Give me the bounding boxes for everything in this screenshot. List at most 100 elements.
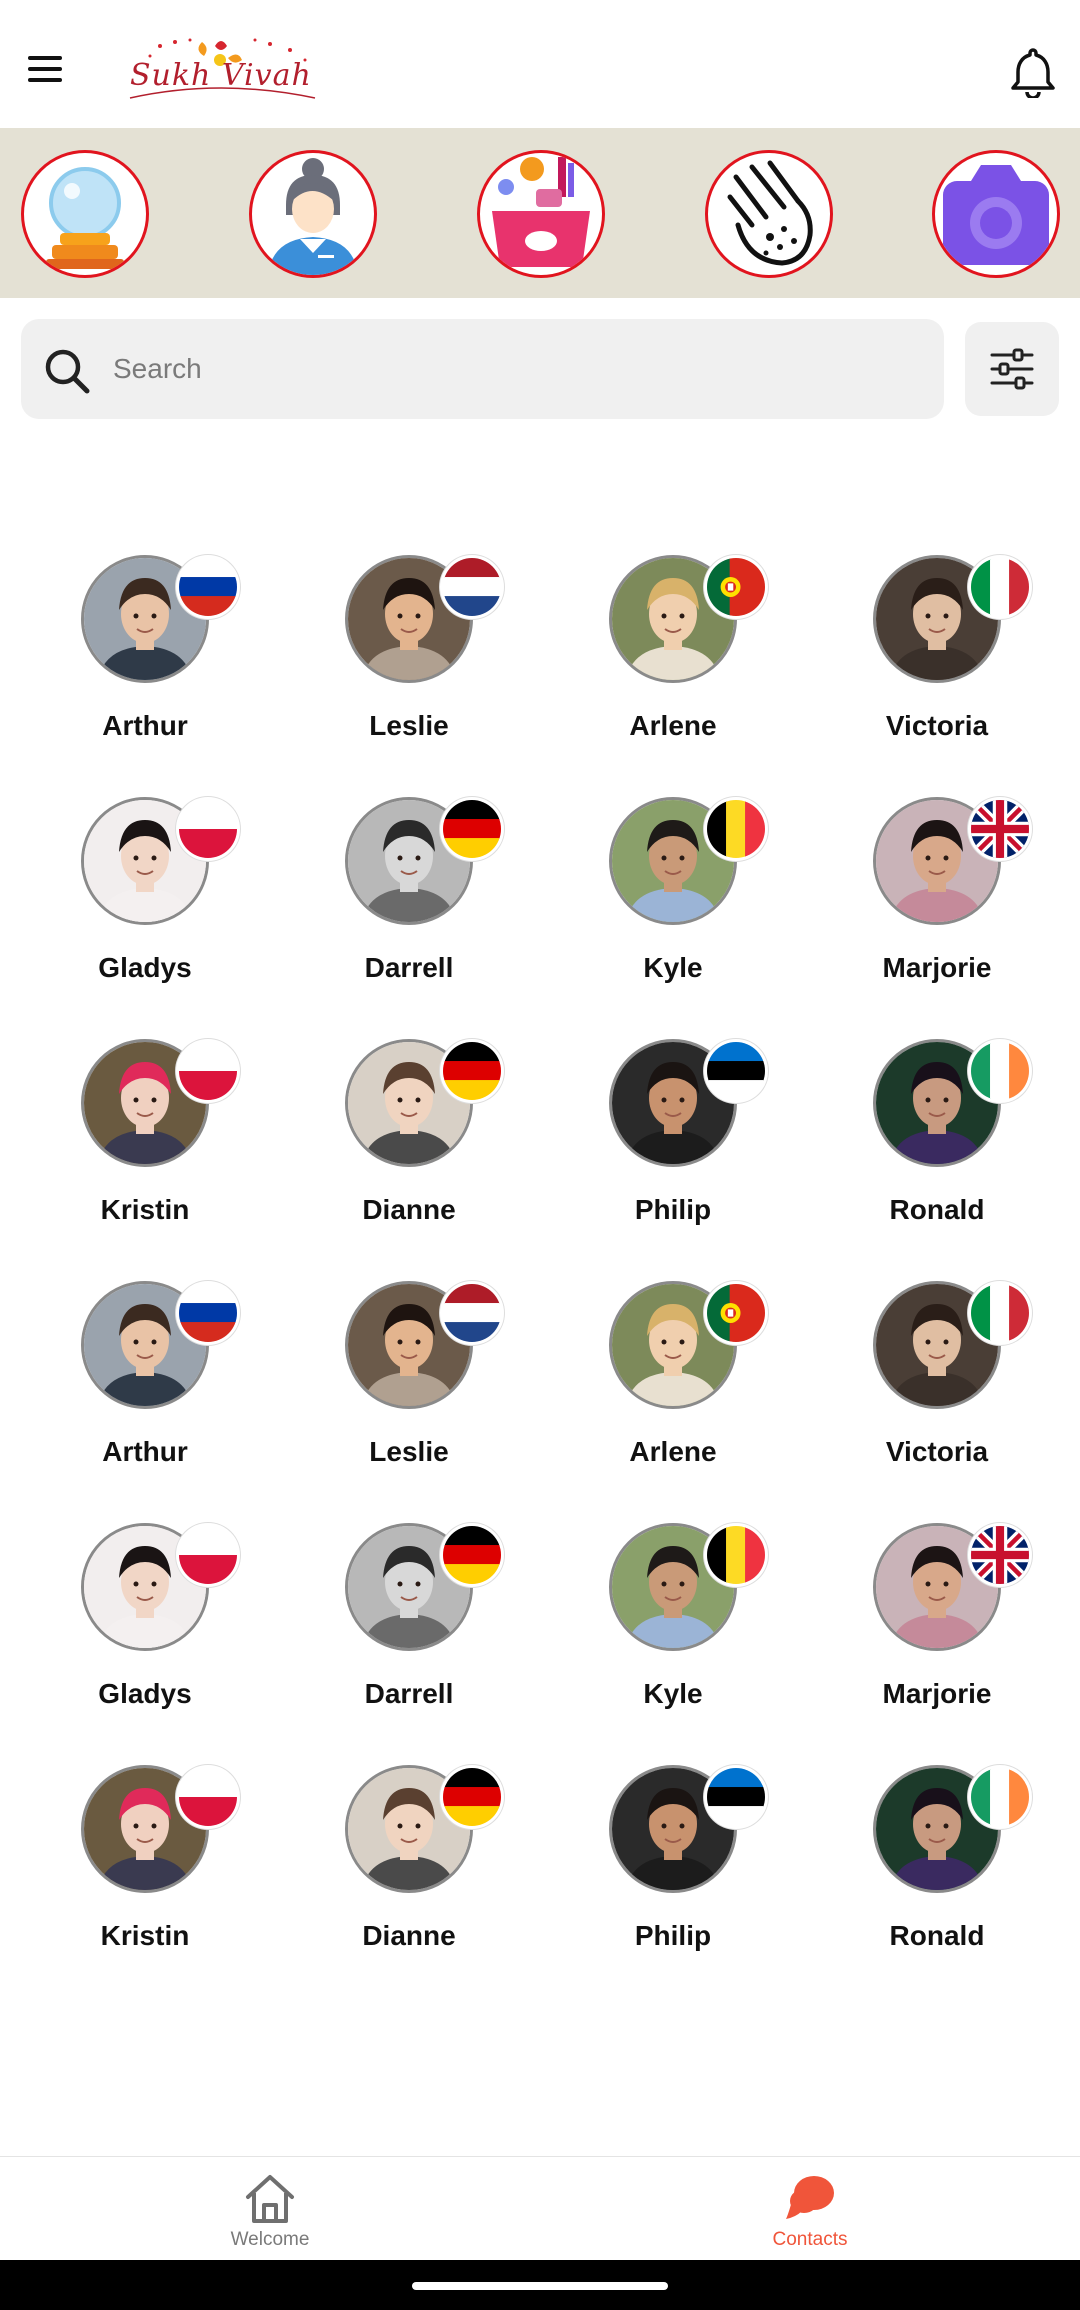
profile-name: Kyle [643,1678,703,1709]
flag-ireland-icon [968,1039,1032,1103]
flag-germany-icon [440,1765,504,1829]
system-navigation-bar [0,2260,1080,2310]
flag-estonia-icon [704,1765,768,1829]
flag-germany-icon [440,1039,504,1103]
app-logo: Sukh Vivah [120,36,325,108]
profile-card[interactable]: Victoria [832,555,1032,755]
nav-contacts[interactable]: Contacts [710,2171,910,2261]
flag-netherlands-icon [440,555,504,619]
profile-card[interactable]: Leslie [304,1281,504,1481]
profile-card[interactable]: Victoria [832,1281,1032,1481]
profile-card[interactable]: Darrell [304,1523,504,1723]
profile-name: Arthur [102,710,188,741]
profile-card[interactable]: Marjorie [832,1523,1032,1723]
flag-united-kingdom-icon [968,1523,1032,1587]
profile-card[interactable]: Kristin [40,1765,240,1965]
profile-name: Arlene [629,710,717,741]
flag-russia-icon [176,1281,240,1345]
flag-portugal-icon [704,555,768,619]
home-indicator[interactable] [412,2282,668,2290]
flag-russia-icon [176,555,240,619]
flag-portugal-icon [704,1281,768,1345]
profile-name: Leslie [369,710,449,741]
profile-name: Victoria [885,1436,989,1467]
profile-card[interactable]: Leslie [304,555,504,755]
flag-poland-icon [176,1765,240,1829]
profile-name: Dianne [362,1920,456,1951]
sliders-icon [990,348,1034,390]
profile-name: Marjorie [882,1678,992,1709]
profile-card[interactable]: Kyle [568,1523,768,1723]
makeup-kit-icon [492,157,590,267]
profile-card[interactable]: Kristin [40,1039,240,1239]
filter-button[interactable] [965,322,1059,416]
profile-card[interactable]: Kyle [568,797,768,997]
profile-name: Ronald [889,1194,985,1225]
flag-italy-icon [968,1281,1032,1345]
story-makeup-kit[interactable] [477,150,605,278]
profile-card[interactable]: Gladys [40,797,240,997]
flag-netherlands-icon [440,1281,504,1345]
flag-germany-icon [440,1523,504,1587]
bottom-navigation: Welcome Contacts [0,2156,1080,2260]
nav-welcome-label: Welcome [230,2229,310,2250]
bell-icon[interactable] [1010,46,1056,100]
profile-card[interactable]: Philip [568,1765,768,1965]
profile-name: Kyle [643,952,703,983]
profile-card[interactable]: Marjorie [832,797,1032,997]
profile-card[interactable]: Philip [568,1039,768,1239]
logo-text: Sukh Vivah [130,58,312,93]
profile-card[interactable]: Ronald [832,1765,1032,1965]
story-woman-avatar[interactable] [249,150,377,278]
flag-belgium-icon [704,797,768,861]
profile-name: Ronald [889,1920,985,1951]
profile-name: Leslie [369,1436,449,1467]
profile-card[interactable]: Ronald [832,1039,1032,1239]
story-palm-reading[interactable] [705,150,833,278]
nav-welcome[interactable]: Welcome [170,2171,370,2261]
profile-card[interactable]: Arthur [40,555,240,755]
story-camera[interactable] [932,150,1060,278]
flag-italy-icon [968,555,1032,619]
profile-card[interactable]: Dianne [304,1039,504,1239]
woman-avatar-icon [268,158,358,275]
story-crystal-ball[interactable] [21,150,149,278]
profile-name: Kristin [100,1920,190,1951]
profile-card[interactable]: Arlene [568,555,768,755]
search-bar [21,319,944,419]
stories-strip [0,128,1080,298]
flag-ireland-icon [968,1765,1032,1829]
flag-germany-icon [440,797,504,861]
flag-poland-icon [176,797,240,861]
flag-belgium-icon [704,1523,768,1587]
crystal-ball-icon [46,167,124,269]
profile-card[interactable]: Arthur [40,1281,240,1481]
profile-name: Gladys [98,1678,192,1709]
profile-name: Dianne [362,1194,456,1225]
profile-name: Darrell [364,952,454,983]
chat-bubbles-icon [786,2176,834,2219]
flag-poland-icon [176,1039,240,1103]
search-icon [45,349,90,394]
profile-name: Philip [634,1920,712,1951]
profile-name: Arlene [629,1436,717,1467]
nav-contacts-label: Contacts [772,2229,848,2250]
flag-united-kingdom-icon [968,797,1032,861]
profile-name: Philip [634,1194,712,1225]
profile-card[interactable]: Arlene [568,1281,768,1481]
home-icon [246,2175,294,2223]
profile-name: Victoria [885,710,989,741]
search-input[interactable] [113,343,913,395]
camera-icon [943,165,1049,265]
profile-card[interactable]: Darrell [304,797,504,997]
profile-card[interactable]: Gladys [40,1523,240,1723]
app-header: Sukh Vivah [0,0,1080,128]
profile-name: Kristin [100,1194,190,1225]
profile-name: Gladys [98,952,192,983]
profile-name: Darrell [364,1678,454,1709]
profile-card[interactable]: Dianne [304,1765,504,1965]
flag-poland-icon [176,1523,240,1587]
flag-estonia-icon [704,1039,768,1103]
profile-name: Arthur [102,1436,188,1467]
hamburger-menu-icon[interactable] [22,52,70,88]
